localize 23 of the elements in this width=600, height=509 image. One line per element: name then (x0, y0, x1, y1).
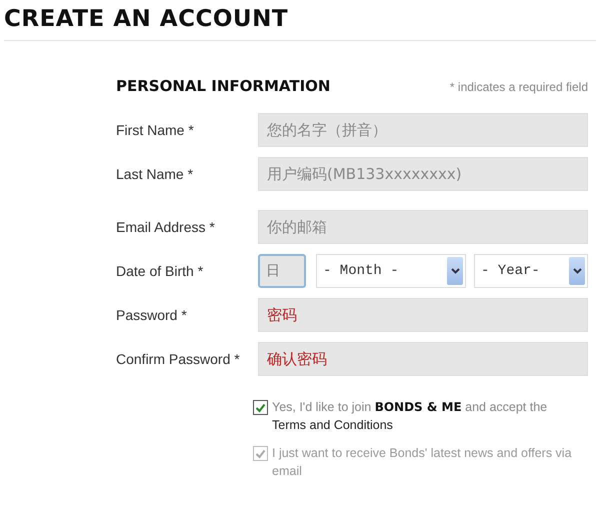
month-select[interactable]: - Month - (316, 254, 466, 288)
input-field[interactable]: 密码 (258, 298, 588, 332)
input-field[interactable]: 确认密码 (258, 342, 588, 376)
page-title: CREATE AN ACCOUNT (3, 5, 290, 32)
field-label: Last Name * (116, 166, 194, 182)
input-field[interactable]: 用户编码(MB133xxxxxxxx) (258, 157, 588, 191)
year-select[interactable]: - Year- (474, 254, 588, 288)
field-label: Email Address * (116, 219, 216, 235)
field-label: First Name * (116, 122, 195, 138)
option-text: Yes, I'd like to join BONDS & ME and accept the Terms and Conditions (272, 399, 548, 434)
section-title: PERSONAL INFORMATION (116, 77, 330, 95)
field-label: Confirm Password * (116, 351, 241, 367)
field-label: Date of Birth * (116, 263, 204, 279)
required-note: * indicates a required field (450, 80, 588, 94)
checkbox[interactable] (253, 400, 268, 415)
day-field[interactable]: 日 (258, 254, 306, 288)
option-text: I just want to receive Bonds' latest news and offers via email (272, 445, 572, 480)
field-label: Password * (116, 307, 188, 323)
chevron-down-icon (447, 257, 463, 285)
input-field[interactable]: 你的邮箱 (258, 210, 588, 244)
terms-link[interactable]: Terms and Conditions (272, 418, 393, 432)
chevron-down-icon (569, 257, 585, 285)
input-field[interactable]: 您的名字（拼音） (258, 113, 588, 147)
